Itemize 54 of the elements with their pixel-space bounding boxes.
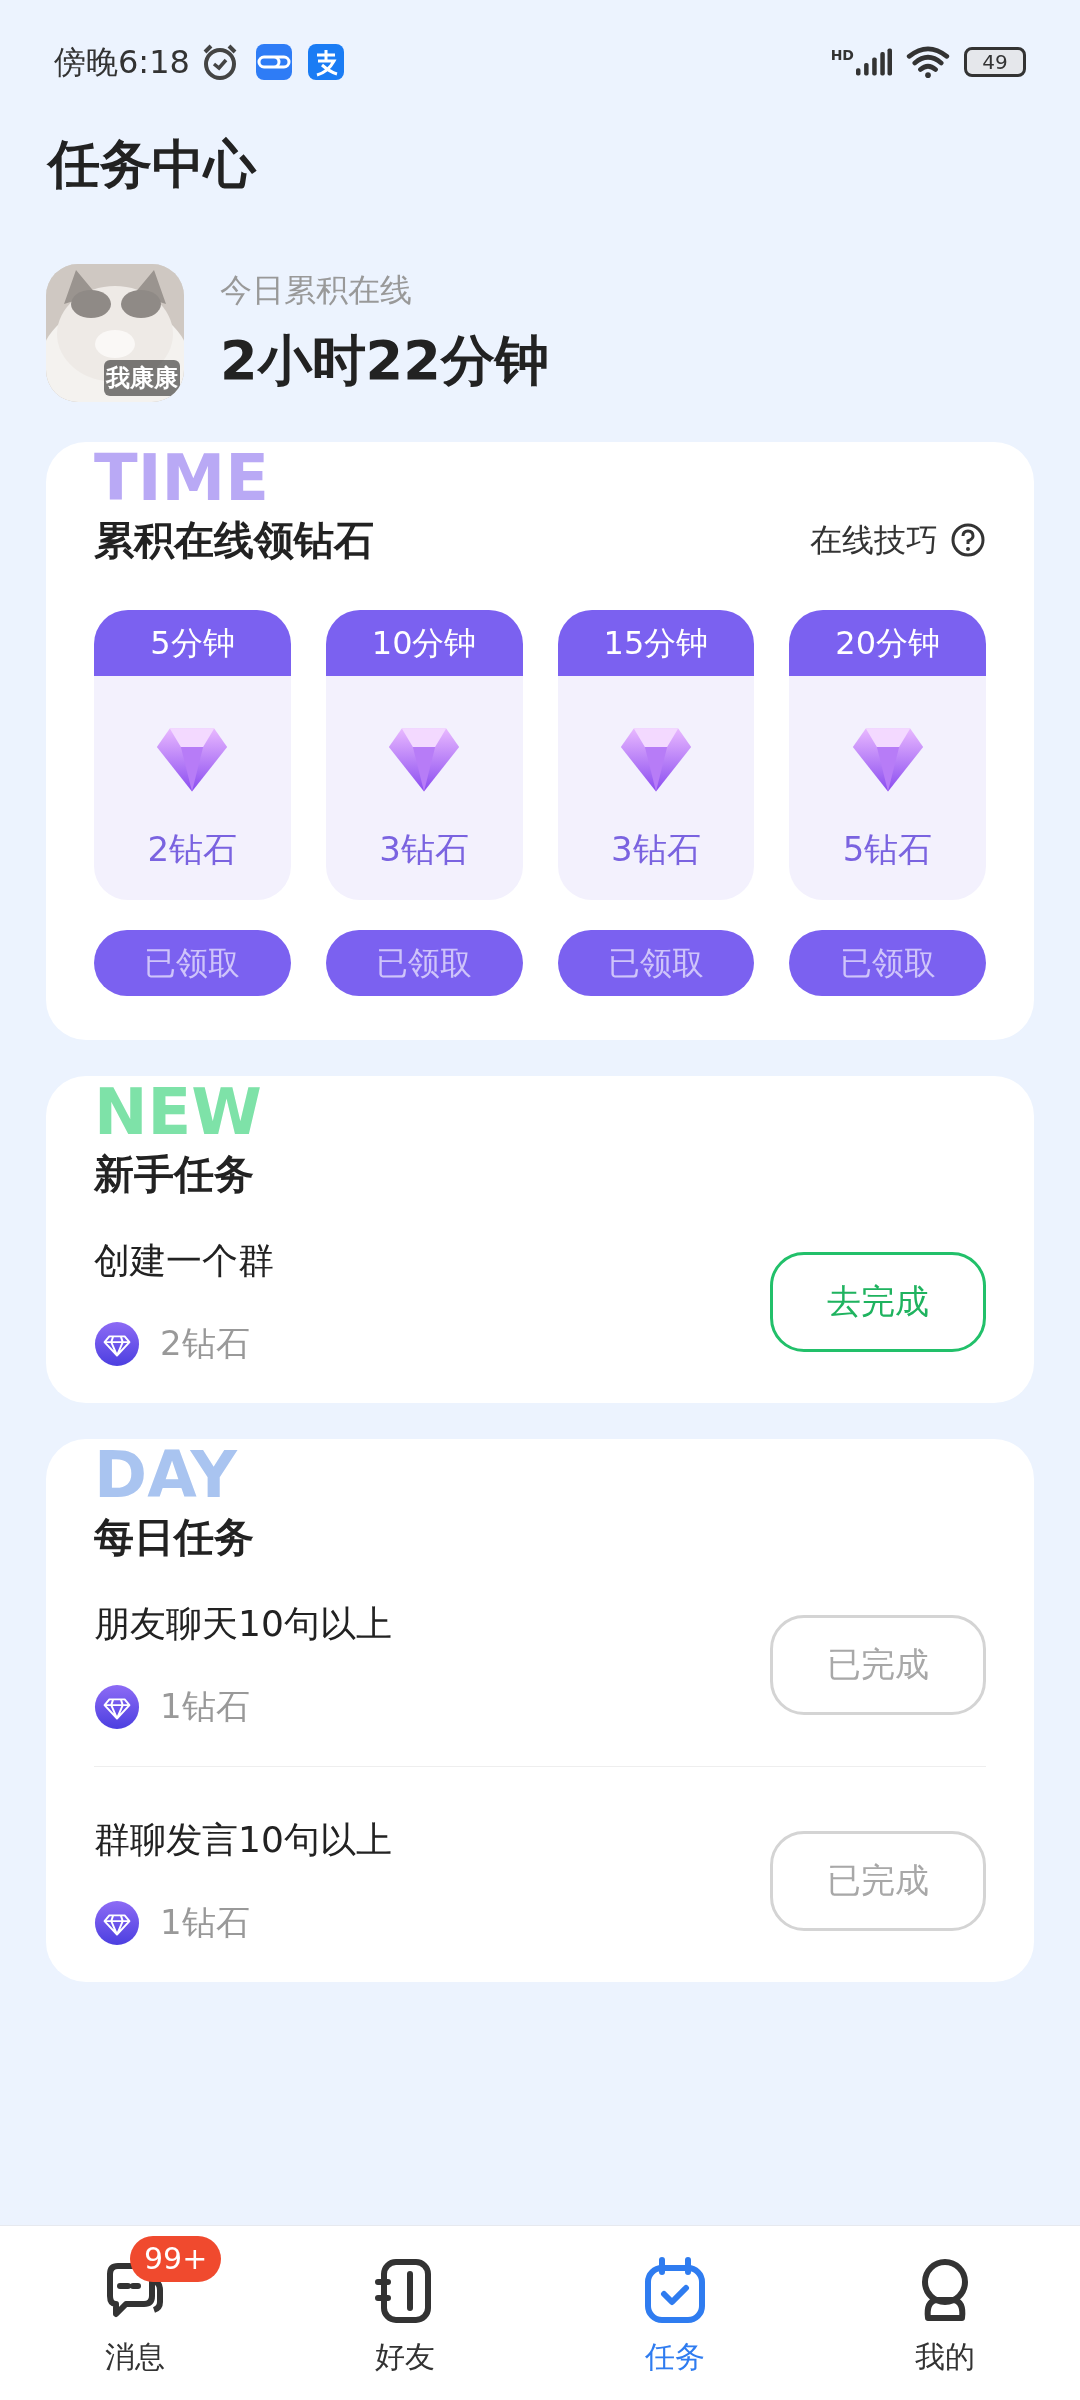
signal-icon <box>856 48 892 76</box>
reward-time: 15分钟 <box>557 610 755 676</box>
wifi-icon <box>906 46 950 78</box>
online-duration: 2小时22分钟 <box>220 327 549 394</box>
tips-link[interactable]: 在线技巧 <box>810 516 986 564</box>
app-icon <box>255 44 292 80</box>
task-name: 朋友聊天10句以上 <box>94 1602 392 1646</box>
page-title: 任务中心 <box>45 133 258 196</box>
completed-button[interactable]: 已完成 <box>770 1614 986 1715</box>
task-reward: 2钻石 <box>160 1322 250 1365</box>
reward-amount: 5钻石 <box>842 828 933 871</box>
diamond-icon <box>387 726 462 794</box>
online-label: 今日累积在线 <box>220 269 413 311</box>
tab-label: 消息 <box>105 2338 165 2376</box>
avatar-caption: 我康康 <box>104 360 180 396</box>
section-title: 每日任务 <box>94 1513 255 1562</box>
go-complete-button[interactable]: 去完成 <box>770 1251 986 1352</box>
tips-label: 在线技巧 <box>810 520 938 561</box>
diamond-icon <box>155 726 230 794</box>
claim-button[interactable]: 已领取 <box>789 930 986 996</box>
reward-time: 20分钟 <box>789 610 986 676</box>
reward-amount: 3钻石 <box>611 828 701 871</box>
nav-tab[interactable]: 99+ 消息 <box>0 2226 270 2400</box>
reward-amount: 3钻石 <box>379 828 469 871</box>
task-reward: 1钻石 <box>160 1685 250 1728</box>
watermark-text: TIME <box>94 446 269 510</box>
reward-amount: 2钻石 <box>147 828 238 871</box>
tab-label: 我的 <box>915 2338 975 2376</box>
nav-tab[interactable]: 任务 <box>540 2226 810 2400</box>
watermark-text: NEW <box>94 1080 262 1144</box>
payment-app-icon <box>307 44 344 80</box>
claim-button[interactable]: 已领取 <box>557 930 755 996</box>
reward-time: 10分钟 <box>325 610 523 676</box>
claim-button[interactable]: 已领取 <box>325 930 523 996</box>
watermark-text: DAY <box>94 1443 237 1507</box>
tab-label: 好友 <box>375 2338 435 2376</box>
diamond-icon <box>618 726 693 794</box>
notification-badge: 99+ <box>130 2236 222 2282</box>
reward-time: 5分钟 <box>94 610 291 676</box>
completed-button[interactable]: 已完成 <box>770 1830 986 1931</box>
help-icon <box>950 522 986 558</box>
battery-indicator: 49 <box>964 47 1026 77</box>
card-title: 累积在线领钻石 <box>94 516 374 565</box>
status-time: 傍晚6:18 <box>54 42 190 83</box>
section-title: 新手任务 <box>94 1150 255 1199</box>
diamond-icon <box>850 726 925 794</box>
task-name: 群聊发言10句以上 <box>94 1818 392 1862</box>
nav-tab[interactable]: 好友 <box>270 2226 540 2400</box>
task-reward: 1钻石 <box>160 1901 250 1944</box>
claim-button[interactable]: 已领取 <box>94 930 291 996</box>
tab-label: 任务 <box>645 2338 705 2376</box>
nav-tab[interactable]: 我的 <box>810 2226 1080 2400</box>
network-label: HD <box>830 48 854 62</box>
task-name: 创建一个群 <box>94 1239 274 1283</box>
